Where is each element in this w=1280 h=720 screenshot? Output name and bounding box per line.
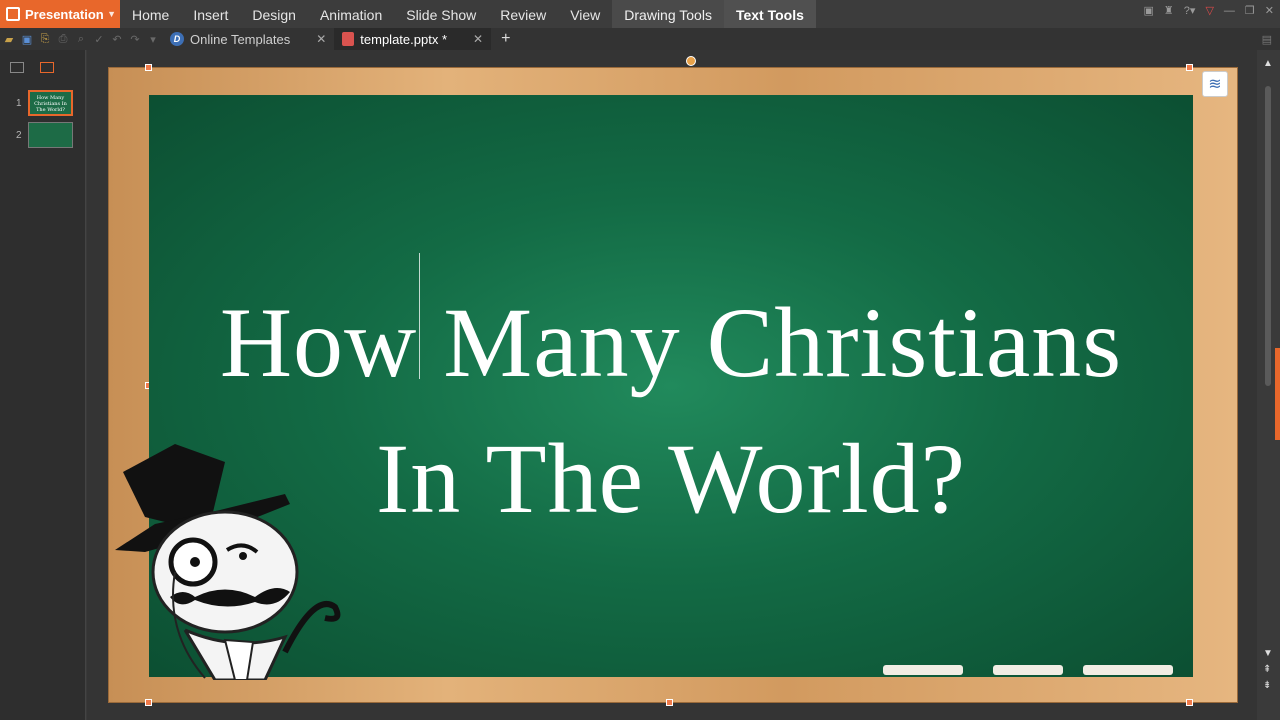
- app-menu-label: Presentation: [25, 6, 104, 22]
- resize-handle[interactable]: [145, 699, 152, 706]
- skin-icon[interactable]: ▣: [1144, 4, 1154, 17]
- chalk-pieces: [883, 661, 1183, 675]
- resize-handle[interactable]: [1186, 64, 1193, 71]
- chalk-piece: [993, 665, 1063, 675]
- slide-thumbnail-pane: 1 How Many Christians In The World? 2: [0, 50, 86, 720]
- menu-review[interactable]: Review: [488, 0, 558, 28]
- scroll-down-icon[interactable]: ▼: [1263, 648, 1273, 659]
- app-menu-button[interactable]: Presentation ▼: [0, 0, 120, 28]
- previous-slide-icon[interactable]: ⇞: [1263, 664, 1271, 675]
- close-icon[interactable]: ✕: [1265, 4, 1274, 17]
- tab-template-pptx[interactable]: template.pptx * ✕: [334, 28, 492, 50]
- close-tab-icon[interactable]: ✕: [316, 32, 326, 46]
- text-caret: [419, 253, 420, 379]
- chalk-piece: [883, 665, 963, 675]
- menu-slide-show[interactable]: Slide Show: [394, 0, 488, 28]
- thumbnail-text: How Many Christians In The World?: [34, 95, 67, 113]
- gentleman-meme-illustration: [115, 444, 341, 680]
- save-icon[interactable]: ▣: [18, 28, 36, 50]
- print-preview-icon[interactable]: ⌕: [72, 28, 90, 50]
- chalk-piece: [1083, 665, 1173, 675]
- thumbnail-number: 2: [16, 129, 22, 141]
- presentation-logo-icon: [6, 7, 20, 21]
- presentation-app-window: Presentation ▼ Home Insert Design Animat…: [0, 0, 1280, 720]
- online-templates-icon: D: [170, 32, 184, 46]
- window-controls: ▣ ♜ ?▾ ▽ — ❐ ✕: [1144, 4, 1274, 18]
- scrollbar-thumb[interactable]: [1265, 86, 1271, 386]
- thumbnail-number: 1: [16, 97, 22, 109]
- customize-toolbar-icon[interactable]: ▾: [144, 28, 162, 50]
- tab-label: Online Templates: [190, 31, 291, 47]
- resize-handle[interactable]: [145, 64, 152, 71]
- help-icon[interactable]: ?▾: [1184, 4, 1196, 17]
- chevron-down-icon: ▼: [107, 9, 116, 19]
- tab-label: template.pptx *: [360, 31, 447, 47]
- scroll-up-icon[interactable]: ▲: [1263, 58, 1273, 69]
- tab-online-templates[interactable]: D Online Templates ✕: [162, 28, 334, 50]
- new-tab-button[interactable]: +: [491, 30, 520, 48]
- menu-insert[interactable]: Insert: [181, 0, 240, 28]
- slide-thumbnail[interactable]: How Many Christians In The World?: [28, 90, 73, 116]
- collapse-ribbon-icon[interactable]: ▽: [1205, 4, 1213, 17]
- title-line: How Many Christians: [219, 287, 1123, 398]
- outline-view-icon[interactable]: [10, 61, 24, 73]
- resize-handle[interactable]: [666, 699, 673, 706]
- print-icon[interactable]: ⎙: [54, 28, 72, 50]
- thumbnail-row[interactable]: 1 How Many Christians In The World?: [0, 90, 85, 116]
- shirt-icon[interactable]: ♜: [1164, 4, 1174, 17]
- spellcheck-icon[interactable]: ✓: [90, 28, 108, 50]
- menu-animation[interactable]: Animation: [308, 0, 394, 28]
- minimize-icon[interactable]: —: [1224, 5, 1235, 17]
- redo-icon[interactable]: ↷: [126, 28, 144, 50]
- side-panel-toggle[interactable]: [1275, 348, 1280, 440]
- menu-drawing-tools[interactable]: Drawing Tools: [612, 0, 724, 28]
- next-slide-icon[interactable]: ⇟: [1263, 680, 1271, 691]
- layers-icon[interactable]: ≋: [1202, 71, 1228, 97]
- pptx-file-icon: [342, 32, 355, 46]
- restore-icon[interactable]: ❐: [1245, 4, 1255, 17]
- undo-icon[interactable]: ↶: [108, 28, 126, 50]
- slide-thumbnail[interactable]: [28, 122, 73, 148]
- resize-handle[interactable]: [1186, 699, 1193, 706]
- tab-bar: ▰ ▣ ⎘ ⎙ ⌕ ✓ ↶ ↷ ▾ D Online Templates ✕ t…: [0, 28, 1280, 50]
- rotate-handle[interactable]: [686, 56, 696, 66]
- export-pdf-icon[interactable]: ⎘: [36, 28, 54, 50]
- menu-text-tools[interactable]: Text Tools: [723, 0, 816, 28]
- tab-list-icon[interactable]: ▤: [1262, 33, 1272, 46]
- menu-home[interactable]: Home: [120, 0, 181, 28]
- menu-bar: Presentation ▼ Home Insert Design Animat…: [0, 0, 1280, 28]
- slides-view-icon[interactable]: [40, 61, 54, 73]
- thumbnail-row[interactable]: 2: [0, 122, 85, 148]
- open-folder-icon[interactable]: ▰: [0, 28, 18, 50]
- menu-view[interactable]: View: [558, 0, 612, 28]
- menu-design[interactable]: Design: [240, 0, 308, 28]
- pane-tabs: [0, 50, 85, 84]
- close-tab-icon[interactable]: ✕: [473, 32, 483, 46]
